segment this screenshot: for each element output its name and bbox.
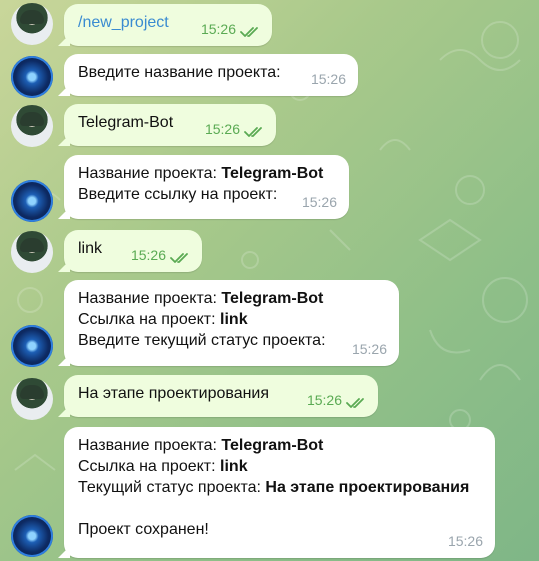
field-value: Telegram-Bot: [221, 437, 324, 454]
message-time: 15:26: [130, 247, 166, 263]
field-value: Telegram-Bot: [221, 165, 324, 182]
field-value: На этапе проектирования: [265, 479, 470, 496]
field-value: link: [220, 458, 248, 475]
message-text: Введите текущий статус проекта:: [78, 332, 326, 349]
bot-avatar[interactable]: [11, 56, 53, 98]
message-time: 15:26: [351, 341, 387, 357]
message-line: Текущий статус проекта: На этапе проекти…: [78, 477, 483, 498]
field-label: Название проекта:: [78, 437, 222, 454]
message-time: 15:26: [310, 71, 346, 87]
message-line: Название проекта: Telegram-Bot: [78, 288, 387, 309]
double-check-icon: [170, 253, 188, 263]
message-line: Ссылка на проект: link: [78, 456, 483, 477]
incoming-message[interactable]: Название проекта: Telegram-Bot Введите сс…: [64, 155, 349, 219]
message-text: [78, 498, 483, 519]
double-check-icon: [240, 27, 258, 37]
message-line: Ссылка на проект: link: [78, 309, 387, 330]
bot-avatar[interactable]: [11, 325, 53, 367]
double-check-icon: [244, 127, 262, 137]
user-avatar[interactable]: [11, 105, 53, 147]
outgoing-message[interactable]: /new_project 15:26: [64, 4, 272, 46]
outgoing-message[interactable]: На этапе проектирования 15:26: [64, 375, 378, 417]
user-avatar[interactable]: [11, 378, 53, 420]
message-text: Введите название проекта:: [78, 64, 281, 81]
message-time: 15:26: [306, 392, 342, 408]
incoming-message[interactable]: Название проекта: Telegram-Bot Ссылка на …: [64, 280, 399, 366]
double-check-icon: [346, 398, 364, 408]
field-label: Название проекта:: [78, 290, 222, 307]
user-avatar[interactable]: [11, 231, 53, 273]
outgoing-message[interactable]: Telegram-Bot 15:26: [64, 104, 276, 146]
field-label: Ссылка на проект:: [78, 311, 221, 328]
message-line: Название проекта: Telegram-Bot: [78, 163, 337, 184]
field-label: Текущий статус проекта:: [78, 479, 266, 496]
field-value: Telegram-Bot: [221, 290, 324, 307]
user-avatar[interactable]: [11, 3, 53, 45]
outgoing-message[interactable]: link 15:26: [64, 230, 202, 272]
field-value: link: [220, 311, 248, 328]
message-time: 15:26: [204, 121, 240, 137]
message-time: 15:26: [200, 21, 236, 37]
incoming-message[interactable]: Название проекта: Telegram-Bot Ссылка на …: [64, 427, 495, 558]
bot-avatar[interactable]: [11, 515, 53, 557]
incoming-message[interactable]: Введите название проекта: 15:26: [64, 54, 358, 96]
field-label: Название проекта:: [78, 165, 222, 182]
field-label: Ссылка на проект:: [78, 458, 221, 475]
message-text: Проект сохранен!: [78, 521, 209, 538]
message-line: Название проекта: Telegram-Bot: [78, 435, 483, 456]
message-time: 15:26: [447, 533, 483, 549]
bot-avatar[interactable]: [11, 180, 53, 222]
message-time: 15:26: [301, 194, 337, 210]
message-text: Введите ссылку на проект:: [78, 186, 278, 203]
